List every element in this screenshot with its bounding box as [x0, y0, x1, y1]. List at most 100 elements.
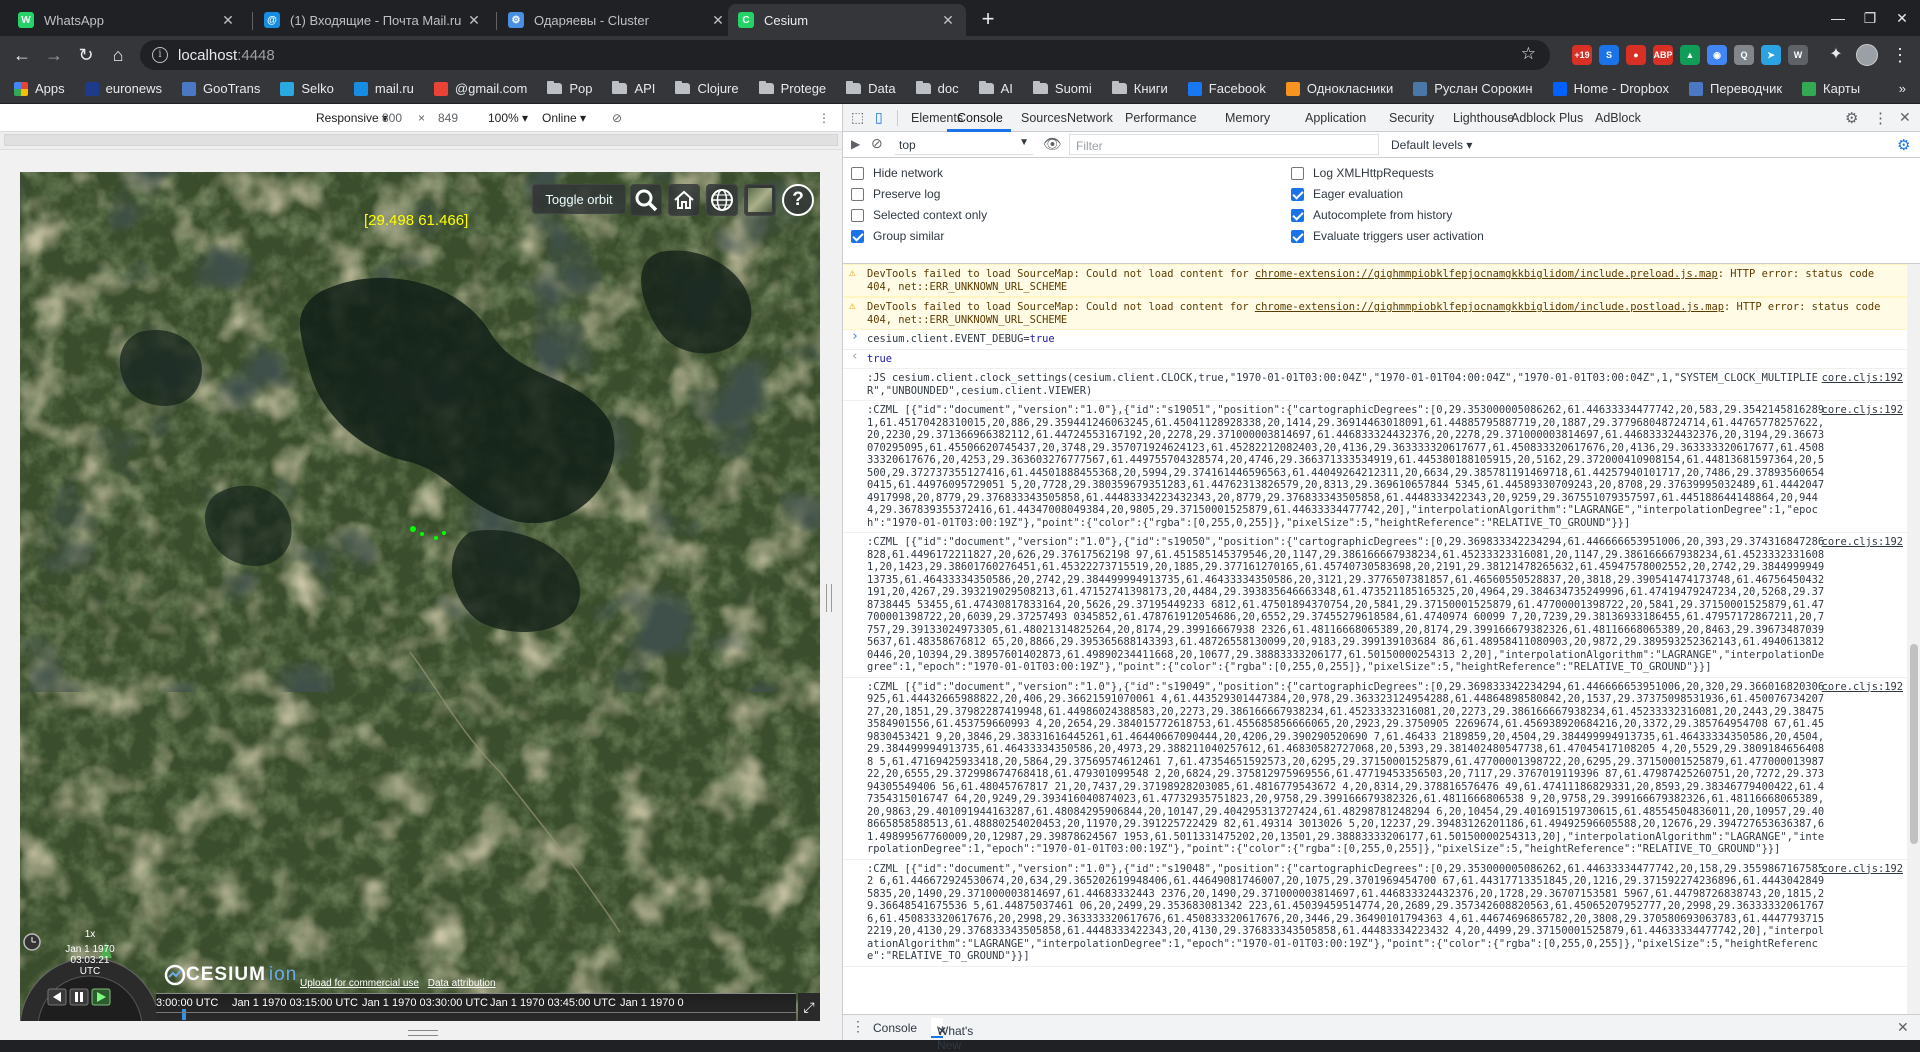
devtools-menu-icon[interactable]: ⋮ [1873, 109, 1888, 127]
devtools-tab-memory[interactable]: Memory [1225, 111, 1270, 125]
devtools-tab-performance[interactable]: Performance [1125, 111, 1197, 125]
viewport-height-input[interactable]: 849 [438, 111, 458, 125]
log-source-link[interactable]: core.cljs:192 [1822, 681, 1903, 694]
console-option-selected-context-only[interactable]: Selected context only [851, 208, 987, 222]
timeline-needle[interactable] [182, 1009, 186, 1020]
devtools-tab-adblock-plus[interactable]: Adblock Plus [1511, 111, 1583, 125]
satellite-map[interactable] [20, 172, 820, 1021]
devtools-tab-sources[interactable]: Sources [1021, 111, 1067, 125]
close-window-button[interactable]: ✕ [1882, 6, 1920, 30]
forward-arrow-icon[interactable]: → [42, 43, 66, 67]
log-source-link[interactable]: core.cljs:192 [1822, 372, 1903, 385]
home-icon[interactable]: ⌂ [106, 43, 130, 67]
browser-tab-whatsapp[interactable]: W WhatsApp ✕ [8, 4, 246, 36]
bookmark-item[interactable]: Facebook [1187, 81, 1266, 96]
drawer-tab-console[interactable]: Console [873, 1021, 917, 1035]
new-tab-button[interactable]: + [974, 6, 1002, 34]
devtools-tab-network[interactable]: Network [1067, 111, 1113, 125]
cesium-viewer[interactable]: [29.498 61.466] Toggle orbit ? 1x Jan 1 … [20, 172, 820, 1021]
devtools-tab-security[interactable]: Security [1389, 111, 1434, 125]
console-option-group-similar[interactable]: Group similar [851, 229, 944, 243]
bookmark-item[interactable]: Руслан Сорокин [1413, 81, 1533, 96]
devtools-tab-console[interactable]: Console [957, 111, 1003, 125]
close-tab-icon[interactable]: ✕ [710, 12, 726, 29]
toggle-orbit-button[interactable]: Toggle orbit [532, 184, 626, 214]
checkbox[interactable] [851, 208, 864, 222]
device-mode-select[interactable]: Responsive ▾ [316, 111, 388, 125]
address-bar[interactable]: i localhost:4448 ☆ [140, 40, 1550, 70]
console-option-log-xmlhttprequests[interactable]: Log XMLHttpRequests [1291, 166, 1434, 180]
close-tab-icon[interactable]: ✕ [466, 12, 482, 29]
bookmark-item[interactable]: Apps [14, 81, 65, 96]
bookmark-item[interactable]: Однокласники [1285, 81, 1393, 96]
log-levels-select[interactable]: Default levels ▾ [1391, 138, 1472, 152]
viewport-resize-handle[interactable] [826, 584, 832, 612]
drawer-menu-icon[interactable]: ⋮ [851, 1018, 865, 1035]
close-tab-icon[interactable]: ✕ [940, 12, 956, 29]
bookmark-item[interactable]: AI [978, 81, 1013, 96]
log-source-link[interactable]: core.cljs:192 [1822, 404, 1903, 417]
bookmark-item[interactable]: Pop [547, 81, 592, 96]
context-select[interactable]: top ▼ [895, 135, 1033, 155]
drawer-tab-whats-new[interactable]: What's New ✕ [931, 1018, 973, 1052]
console-option-preserve-log[interactable]: Preserve log [851, 187, 940, 201]
console-option-evaluate-triggers-user-activation[interactable]: Evaluate triggers user activation [1291, 229, 1484, 243]
upload-commercial-link[interactable]: Upload for commercial use [300, 978, 419, 989]
adblock-plus-icon[interactable]: ABP [1653, 45, 1673, 65]
profile-avatar[interactable] [1856, 44, 1878, 66]
network-throttle-select[interactable]: Online ▾ [542, 111, 586, 125]
close-tab-icon[interactable]: ✕ [220, 12, 236, 29]
bookmark-item[interactable]: doc [915, 81, 959, 96]
rotate-icon[interactable]: ⊘ [612, 111, 622, 125]
extension-s-icon[interactable]: S [1599, 45, 1619, 65]
viewport-width-input[interactable]: 800 [382, 111, 402, 125]
bookmark-star-icon[interactable]: ☆ [1521, 44, 1536, 64]
bookmark-item[interactable]: mail.ru [353, 81, 414, 96]
console-option-hide-network[interactable]: Hide network [851, 166, 943, 180]
checkbox[interactable] [851, 166, 864, 180]
browser-tab-mail[interactable]: @ (1) Входящие - Почта Mail.ru ✕ [254, 4, 492, 36]
base-layer-picker-button[interactable] [744, 184, 776, 216]
live-expression-eye-icon[interactable]: 👁 [1043, 135, 1062, 153]
browser-tab-cesium[interactable]: C Cesium ✕ [728, 4, 966, 36]
reload-icon[interactable]: ↻ [74, 43, 98, 67]
settings-gear-icon[interactable]: ⚙ [1845, 109, 1858, 127]
bookmark-item[interactable]: Suomi [1032, 81, 1092, 96]
inspect-element-icon[interactable]: ⬚ [851, 109, 864, 126]
extension-red-icon[interactable]: ● [1626, 45, 1646, 65]
bookmark-item[interactable]: Protege [758, 81, 826, 96]
log-source-link[interactable]: core.cljs:192 [1822, 536, 1903, 549]
extension-w-icon[interactable]: W [1788, 45, 1808, 65]
google-drive-icon[interactable]: ▲ [1680, 45, 1700, 65]
bookmark-item[interactable]: @gmail.com [433, 81, 527, 96]
timeline[interactable]: 3:00:00 UTC Jan 1 1970 03:15:00 UTC Jan … [156, 993, 796, 1021]
zoom-select[interactable]: 100% ▾ [488, 111, 528, 125]
log-source-link[interactable]: core.cljs:192 [1822, 863, 1903, 876]
bookmark-item[interactable]: Clojure [675, 81, 739, 96]
sourcemap-link[interactable]: chrome-extension://gighmmpiobklfepjocnam… [1255, 301, 1724, 313]
extension-chrome-icon[interactable]: ◉ [1707, 45, 1727, 65]
device-toggle-icon[interactable]: ▯ [875, 109, 883, 126]
console-scrollbar[interactable] [1907, 264, 1920, 1014]
devtools-tab-elements[interactable]: Elements [911, 111, 963, 125]
telegram-icon[interactable]: ➤ [1761, 45, 1781, 65]
geocoder-search-button[interactable] [630, 184, 662, 216]
device-toolbar-menu-icon[interactable]: ⋮ [818, 111, 830, 125]
browser-tab-cluster[interactable]: ⚙ Одаряевы - Cluster ✕ [498, 4, 736, 36]
help-button[interactable]: ? [782, 184, 814, 216]
checkbox[interactable] [1291, 187, 1304, 201]
pause-button[interactable] [69, 988, 89, 1006]
cesium-ion-logo[interactable]: CESIUM ion [164, 964, 297, 986]
console-settings-gear-icon[interactable]: ⚙ [1897, 136, 1910, 154]
extension-q-icon[interactable]: Q [1734, 45, 1754, 65]
home-view-button[interactable] [668, 184, 700, 216]
extension-badge-19-icon[interactable]: +19 [1572, 45, 1592, 65]
bookmark-item[interactable]: API [612, 81, 655, 96]
bookmark-item[interactable]: Книги [1111, 81, 1168, 96]
bookmark-item[interactable]: Selko [280, 81, 334, 96]
bookmark-item[interactable]: Home - Dropbox [1552, 81, 1669, 96]
bookmark-item[interactable]: GooTrans [182, 81, 260, 96]
sidebar-toggle-icon[interactable]: ▶ [851, 137, 860, 151]
devtools-tab-lighthouse[interactable]: Lighthouse [1453, 111, 1514, 125]
close-drawer-icon[interactable]: ✕ [1897, 1019, 1909, 1036]
